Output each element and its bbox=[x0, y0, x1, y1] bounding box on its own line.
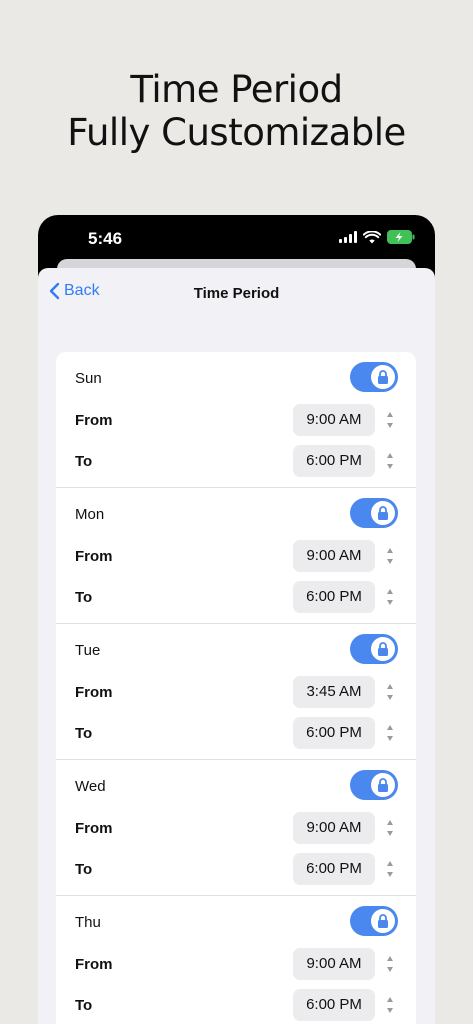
status-bar: 5:46 bbox=[38, 215, 435, 265]
signal-icon bbox=[339, 231, 357, 243]
navigation-bar: Back Time Period bbox=[38, 268, 435, 320]
schedule-card: Sun From 9:00 AM To 6:00 PM Mon From 9:0… bbox=[56, 352, 416, 1024]
toggle-knob bbox=[371, 637, 395, 661]
day-name: Sun bbox=[75, 370, 102, 387]
toggle-knob bbox=[371, 909, 395, 933]
toggle-knob bbox=[371, 773, 395, 797]
to-label: To bbox=[75, 453, 93, 470]
to-stepper-icon[interactable] bbox=[384, 997, 396, 1013]
from-stepper-icon[interactable] bbox=[384, 684, 396, 700]
wifi-icon bbox=[363, 230, 381, 243]
day-section-tue: Tue From 3:45 AM To 6:00 PM bbox=[56, 624, 416, 760]
toggle-knob bbox=[371, 365, 395, 389]
lock-icon bbox=[378, 641, 388, 656]
day-section-mon: Mon From 9:00 AM To 6:00 PM bbox=[56, 488, 416, 624]
to-time-picker-sun[interactable]: 6:00 PM bbox=[293, 445, 375, 477]
from-label: From bbox=[75, 820, 113, 837]
from-time-picker-mon[interactable]: 9:00 AM bbox=[293, 540, 375, 572]
lock-icon bbox=[378, 777, 388, 792]
day-toggle-wed[interactable] bbox=[350, 770, 398, 800]
lock-icon bbox=[378, 913, 388, 928]
from-stepper-icon[interactable] bbox=[384, 820, 396, 836]
toggle-knob bbox=[371, 501, 395, 525]
day-name: Thu bbox=[75, 914, 101, 931]
to-stepper-icon[interactable] bbox=[384, 453, 396, 469]
headline-line-1: Time Period bbox=[130, 68, 343, 111]
day-name: Tue bbox=[75, 642, 101, 659]
day-toggle-tue[interactable] bbox=[350, 634, 398, 664]
to-time-picker-thu[interactable]: 6:00 PM bbox=[293, 989, 375, 1021]
to-stepper-icon[interactable] bbox=[384, 861, 396, 877]
from-time-picker-sun[interactable]: 9:00 AM bbox=[293, 404, 375, 436]
time-period-sheet: Back Time Period Sun From 9:00 AM To 6:0… bbox=[38, 268, 435, 1024]
day-section-wed: Wed From 9:00 AM To 6:00 PM bbox=[56, 760, 416, 896]
from-time-picker-wed[interactable]: 9:00 AM bbox=[293, 812, 375, 844]
from-label: From bbox=[75, 548, 113, 565]
lock-icon bbox=[378, 369, 388, 384]
day-name: Mon bbox=[75, 506, 105, 523]
day-name: Wed bbox=[75, 778, 106, 795]
from-time-picker-thu[interactable]: 9:00 AM bbox=[293, 948, 375, 980]
to-time-picker-wed[interactable]: 6:00 PM bbox=[293, 853, 375, 885]
page-title: Time Period bbox=[193, 285, 280, 302]
from-stepper-icon[interactable] bbox=[384, 412, 396, 428]
day-toggle-mon[interactable] bbox=[350, 498, 398, 528]
day-toggle-sun[interactable] bbox=[350, 362, 398, 392]
battery-charging-icon bbox=[387, 230, 415, 244]
status-time: 5:46 bbox=[88, 229, 123, 248]
to-stepper-icon[interactable] bbox=[384, 725, 396, 741]
headline-line-2: Fully Customizable bbox=[67, 111, 406, 154]
day-section-thu: Thu From 9:00 AM To 6:00 PM bbox=[56, 896, 416, 1024]
to-label: To bbox=[75, 589, 93, 606]
status-icons bbox=[339, 230, 415, 244]
from-stepper-icon[interactable] bbox=[384, 548, 396, 564]
headline: Time Period Fully Customizable bbox=[0, 68, 473, 154]
lock-icon bbox=[378, 505, 388, 520]
to-label: To bbox=[75, 725, 93, 742]
from-time-picker-tue[interactable]: 3:45 AM bbox=[293, 676, 375, 708]
from-label: From bbox=[75, 684, 113, 701]
to-label: To bbox=[75, 861, 93, 878]
day-toggle-thu[interactable] bbox=[350, 906, 398, 936]
from-stepper-icon[interactable] bbox=[384, 956, 396, 972]
to-time-picker-mon[interactable]: 6:00 PM bbox=[293, 581, 375, 613]
to-label: To bbox=[75, 997, 93, 1014]
day-section-sun: Sun From 9:00 AM To 6:00 PM bbox=[56, 352, 416, 488]
to-stepper-icon[interactable] bbox=[384, 589, 396, 605]
phone-frame: 5:46 Back Time Period Sun From 9:00 AM T… bbox=[38, 215, 435, 1024]
from-label: From bbox=[75, 956, 113, 973]
from-label: From bbox=[75, 412, 113, 429]
to-time-picker-tue[interactable]: 6:00 PM bbox=[293, 717, 375, 749]
